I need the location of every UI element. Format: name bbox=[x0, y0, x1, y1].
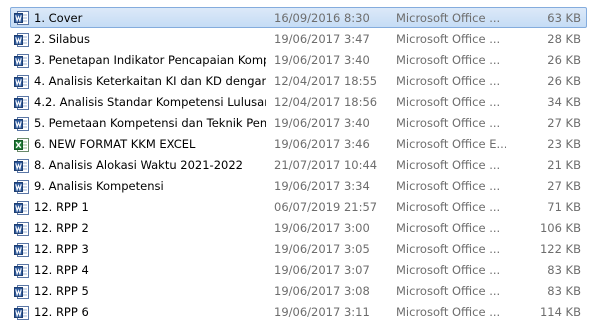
file-row[interactable]: 12. RPP 2 19/06/2017 3:00 Microsoft Office… bbox=[0, 217, 595, 238]
file-type: Microsoft Office ... bbox=[396, 221, 501, 235]
word-doc-icon bbox=[14, 74, 30, 90]
file-name: 4.2. Analisis Standar Kompetensi Lulusan… bbox=[34, 95, 266, 109]
file-row[interactable]: 12. RPP 4 19/06/2017 3:07 Microsoft Office… bbox=[0, 259, 595, 280]
file-size: 23 KB bbox=[547, 137, 581, 151]
word-doc-icon bbox=[14, 305, 30, 321]
file-size: 71 KB bbox=[547, 200, 581, 214]
word-doc-icon bbox=[14, 95, 30, 111]
file-date-modified: 19/06/2017 3:08 bbox=[274, 284, 370, 298]
file-date-modified: 12/04/2017 18:56 bbox=[274, 95, 378, 109]
file-date-modified: 19/06/2017 3:40 bbox=[274, 116, 370, 130]
excel-sheet-icon bbox=[14, 137, 30, 153]
file-date-modified: 16/09/2016 8:30 bbox=[274, 11, 370, 25]
file-type: Microsoft Office E... bbox=[396, 137, 506, 151]
file-size: 27 KB bbox=[547, 179, 581, 193]
file-row[interactable]: 3. Penetapan Indikator Pencapaian Komp..… bbox=[0, 49, 595, 70]
word-doc-icon bbox=[14, 179, 30, 195]
file-date-modified: 19/06/2017 3:47 bbox=[274, 32, 370, 46]
file-date-modified: 19/06/2017 3:00 bbox=[274, 221, 370, 235]
file-date-modified: 19/06/2017 3:05 bbox=[274, 242, 370, 256]
word-doc-icon bbox=[14, 284, 30, 300]
file-size: 21 KB bbox=[547, 158, 581, 172]
file-date-modified: 19/06/2017 3:34 bbox=[274, 179, 370, 193]
file-size: 28 KB bbox=[547, 32, 581, 46]
file-name: 12. RPP 3 bbox=[34, 242, 89, 256]
file-date-modified: 19/06/2017 3:07 bbox=[274, 263, 370, 277]
file-type: Microsoft Office ... bbox=[396, 53, 501, 67]
file-row[interactable]: 2. Silabus 19/06/2017 3:47 Microsoft Offic… bbox=[0, 28, 595, 49]
file-type: Microsoft Office ... bbox=[396, 200, 501, 214]
file-row[interactable]: 1. Cover 16/09/2016 8:30 Microsoft Office … bbox=[10, 7, 587, 28]
file-row[interactable]: 12. RPP 6 19/06/2017 3:11 Microsoft Office… bbox=[0, 301, 595, 322]
file-type: Microsoft Office ... bbox=[396, 11, 501, 25]
file-row[interactable]: 12. RPP 5 19/06/2017 3:08 Microsoft Office… bbox=[0, 280, 595, 301]
word-doc-icon bbox=[14, 53, 30, 69]
file-row[interactable]: 6. NEW FORMAT KKM EXCEL 19/06/2017 3:46 Mi… bbox=[0, 133, 595, 154]
file-type: Microsoft Office ... bbox=[396, 74, 501, 88]
file-size: 83 KB bbox=[547, 263, 581, 277]
file-date-modified: 19/06/2017 3:11 bbox=[274, 305, 370, 319]
file-type: Microsoft Office ... bbox=[396, 179, 501, 193]
file-size: 34 KB bbox=[547, 95, 581, 109]
file-name: 12. RPP 2 bbox=[34, 221, 89, 235]
word-doc-icon bbox=[14, 10, 30, 26]
file-date-modified: 19/06/2017 3:46 bbox=[274, 137, 370, 151]
file-size: 27 KB bbox=[547, 116, 581, 130]
file-size: 122 KB bbox=[539, 242, 581, 256]
file-name: 9. Analisis Kompetensi bbox=[34, 179, 164, 193]
word-doc-icon bbox=[14, 200, 30, 216]
word-doc-icon bbox=[14, 158, 30, 174]
file-size: 106 KB bbox=[539, 221, 581, 235]
file-size: 63 KB bbox=[547, 11, 581, 25]
file-name: 8. Analisis Alokasi Waktu 2021-2022 bbox=[34, 158, 243, 172]
file-name: 6. NEW FORMAT KKM EXCEL bbox=[34, 137, 196, 151]
file-name: 5. Pemetaan Kompetensi dan Teknik Pen... bbox=[34, 116, 266, 130]
file-name: 3. Penetapan Indikator Pencapaian Komp..… bbox=[34, 53, 266, 67]
file-name: 2. Silabus bbox=[34, 32, 90, 46]
file-row[interactable]: 5. Pemetaan Kompetensi dan Teknik Pen...… bbox=[0, 112, 595, 133]
file-row[interactable]: 9. Analisis Kompetensi 19/06/2017 3:34 Mic… bbox=[0, 175, 595, 196]
word-doc-icon bbox=[14, 116, 30, 132]
file-row[interactable]: 12. RPP 3 19/06/2017 3:05 Microsoft Office… bbox=[0, 238, 595, 259]
word-doc-icon bbox=[14, 242, 30, 258]
file-type: Microsoft Office ... bbox=[396, 32, 501, 46]
file-row[interactable]: 4. Analisis Keterkaitan KI dan KD dengan… bbox=[0, 70, 595, 91]
file-size: 26 KB bbox=[547, 53, 581, 67]
file-size: 83 KB bbox=[547, 284, 581, 298]
word-doc-icon bbox=[14, 263, 30, 279]
file-type: Microsoft Office ... bbox=[396, 95, 501, 109]
word-doc-icon bbox=[14, 32, 30, 48]
file-list: 1. Cover 16/09/2016 8:30 Microsoft Office … bbox=[0, 7, 595, 322]
file-type: Microsoft Office ... bbox=[396, 284, 501, 298]
file-name: 12. RPP 6 bbox=[34, 305, 89, 319]
file-type: Microsoft Office ... bbox=[396, 116, 501, 130]
file-type: Microsoft Office ... bbox=[396, 242, 501, 256]
file-name: 1. Cover bbox=[34, 11, 83, 25]
file-name: 12. RPP 5 bbox=[34, 284, 89, 298]
file-row[interactable]: 12. RPP 1 06/07/2019 21:57 Microsoft Offic… bbox=[0, 196, 595, 217]
file-row[interactable]: 4.2. Analisis Standar Kompetensi Lulusan… bbox=[0, 91, 595, 112]
file-size: 26 KB bbox=[547, 74, 581, 88]
file-type: Microsoft Office ... bbox=[396, 305, 501, 319]
file-type: Microsoft Office ... bbox=[396, 263, 501, 277]
file-size: 114 KB bbox=[539, 305, 581, 319]
file-date-modified: 21/07/2017 10:44 bbox=[274, 158, 378, 172]
file-date-modified: 19/06/2017 3:40 bbox=[274, 53, 370, 67]
file-name: 4. Analisis Keterkaitan KI dan KD dengan… bbox=[34, 74, 266, 88]
file-name: 12. RPP 4 bbox=[34, 263, 89, 277]
word-doc-icon bbox=[14, 221, 30, 237]
file-name: 12. RPP 1 bbox=[34, 200, 89, 214]
file-row[interactable]: 8. Analisis Alokasi Waktu 2021-2022 21/07… bbox=[0, 154, 595, 175]
file-date-modified: 12/04/2017 18:55 bbox=[274, 74, 378, 88]
file-date-modified: 06/07/2019 21:57 bbox=[274, 200, 378, 214]
file-type: Microsoft Office ... bbox=[396, 158, 501, 172]
